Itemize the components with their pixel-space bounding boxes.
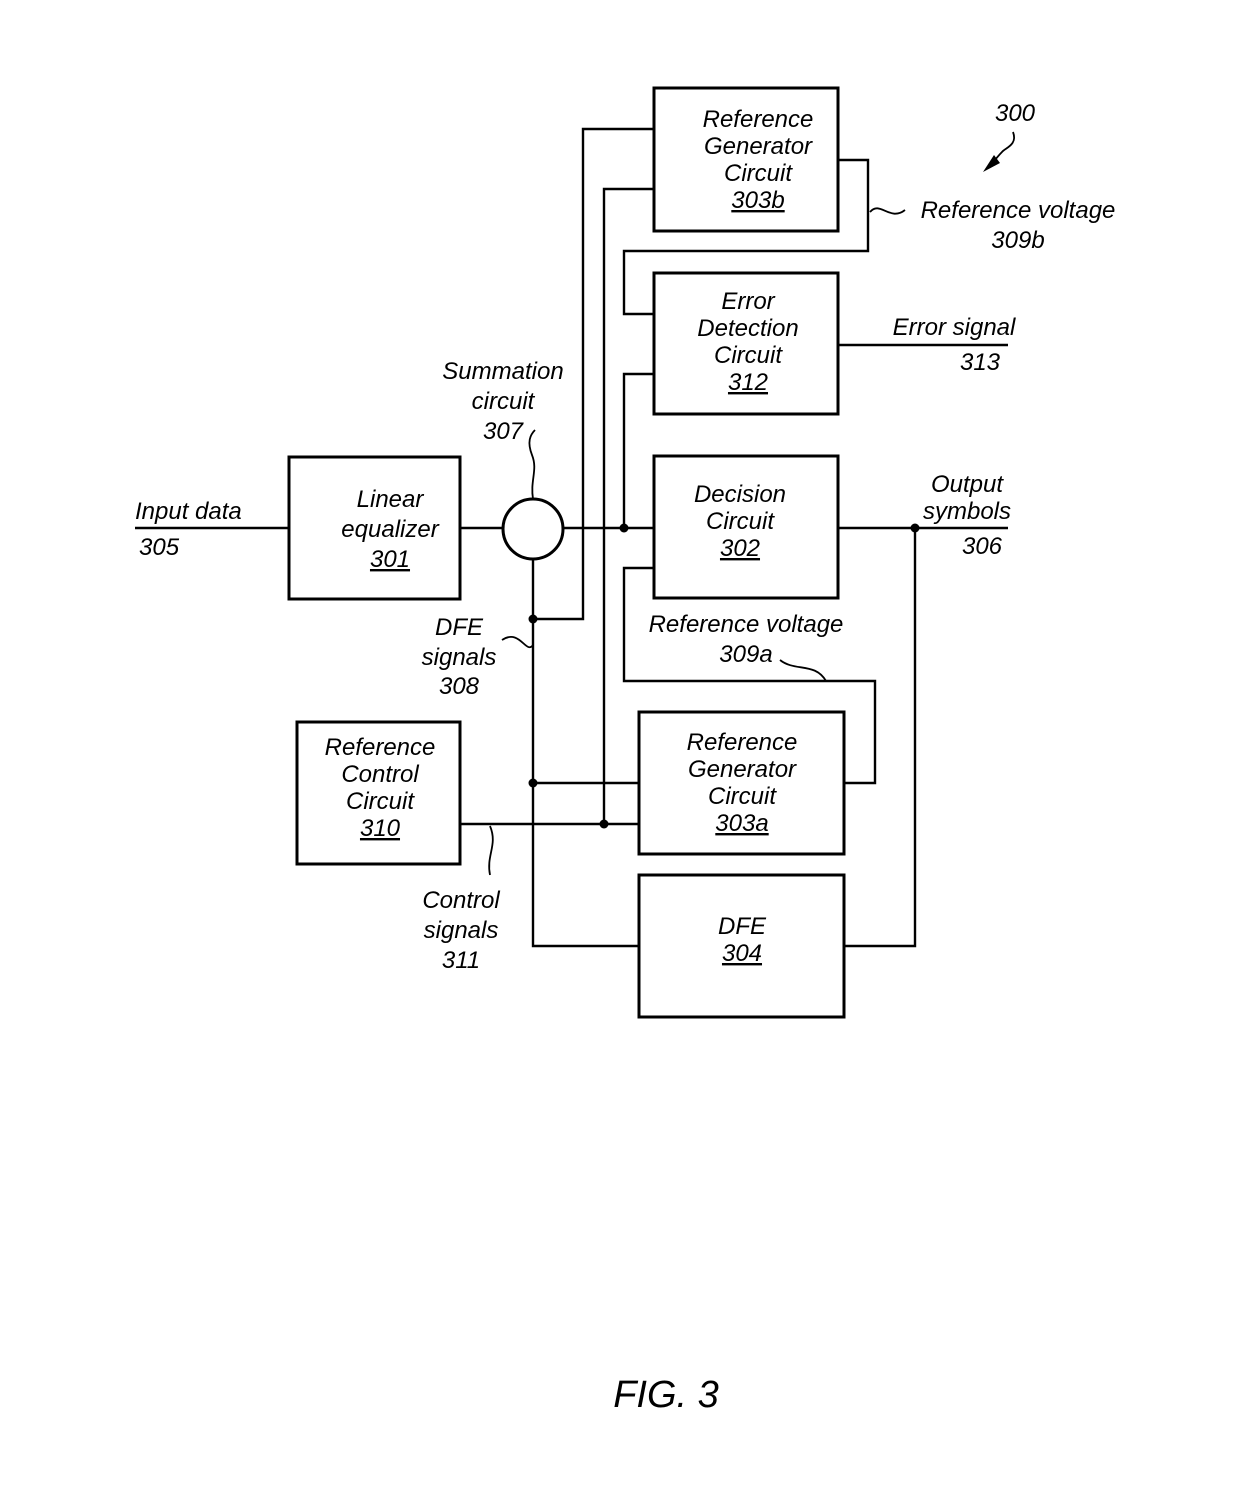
block-ref: 303b	[731, 187, 784, 214]
figure-caption: FIG. 3	[613, 1374, 719, 1416]
label-summation: Summation	[442, 358, 563, 385]
block-decision-circuit: Decision Circuit 302	[652, 454, 840, 600]
ref-output-symbols: 306	[962, 533, 1003, 560]
block-label: Circuit	[708, 783, 777, 810]
label-control-signals: Control	[422, 887, 500, 914]
ref-ref-voltage-a: 309a	[719, 641, 772, 668]
block-ref-gen-303b: Reference Generator Circuit 303b	[652, 86, 840, 233]
block-label: Detection	[697, 315, 798, 342]
ref-summation: 307	[483, 418, 525, 445]
block-ref: 301	[370, 546, 410, 573]
block-ref: 302	[720, 535, 760, 562]
leader-308	[501, 636, 534, 649]
block-label: Reference	[325, 734, 436, 761]
block-diagram: Linear equalizer 301 Reference Generator…	[135, 86, 1115, 1416]
block-ref: 304	[722, 940, 762, 967]
block-label: Circuit	[706, 508, 775, 535]
ref-control-signals: 311	[442, 947, 480, 974]
block-label: Control	[341, 761, 419, 788]
block-ref-gen-303a: Reference Generator Circuit 303a	[637, 710, 846, 856]
block-label: Generator	[704, 133, 813, 160]
label-output-symbols: symbols	[923, 498, 1011, 525]
ref-input-data: 305	[139, 534, 180, 561]
label-dfe-signals: signals	[422, 644, 497, 671]
block-label: DFE	[718, 913, 767, 940]
label-summation: circuit	[472, 388, 536, 415]
wire-output-to-dfe	[844, 528, 917, 948]
block-label: Reference	[687, 729, 798, 756]
label-ref-voltage-a: Reference voltage	[649, 611, 844, 638]
label-output-symbols: Output	[931, 471, 1004, 498]
leader-309a	[779, 659, 827, 682]
block-ref: 312	[728, 369, 768, 396]
ref-error-signal: 313	[960, 349, 1001, 376]
block-linear-equalizer: Linear equalizer 301	[287, 455, 462, 601]
block-label: Error	[721, 288, 775, 315]
block-label: equalizer	[341, 516, 439, 543]
block-ref: 310	[360, 815, 401, 842]
summation-circuit	[501, 497, 565, 561]
junction-dot	[528, 614, 538, 624]
label-ref-voltage-b: Reference voltage	[921, 197, 1116, 224]
ref-ref-voltage-b: 309b	[991, 227, 1044, 254]
block-label: Decision	[694, 481, 786, 508]
ref-dfe-signals: 308	[439, 673, 480, 700]
wires	[135, 127, 1008, 948]
wire-sum-to-error	[622, 372, 654, 528]
block-label: Circuit	[346, 788, 415, 815]
block-ref: 303a	[715, 810, 768, 837]
leader-311	[488, 825, 494, 876]
block-label: Reference	[703, 106, 814, 133]
leader-307	[528, 429, 536, 500]
label-input-data: Input data	[135, 498, 242, 525]
block-label: Linear	[357, 486, 425, 513]
block-label: Circuit	[714, 342, 783, 369]
block-label: Circuit	[724, 160, 793, 187]
figure-reference-number: 300	[995, 100, 1036, 127]
label-control-signals: signals	[424, 917, 499, 944]
label-error-signal: Error signal	[893, 314, 1016, 341]
block-ref-control: Reference Control Circuit 310	[295, 720, 462, 866]
junction-dot	[910, 523, 920, 533]
block-dfe: DFE 304	[637, 873, 846, 1019]
leader-309b	[869, 207, 906, 215]
block-label: Generator	[688, 756, 797, 783]
junction-dot	[528, 778, 538, 788]
block-error-detection: Error Detection Circuit 312	[652, 271, 840, 416]
junction-dot	[599, 819, 609, 829]
label-dfe-signals: DFE	[435, 614, 484, 641]
signal-labels: Input data 305 Output symbols 306 Summat…	[135, 100, 1115, 974]
junction-dot	[619, 523, 629, 533]
